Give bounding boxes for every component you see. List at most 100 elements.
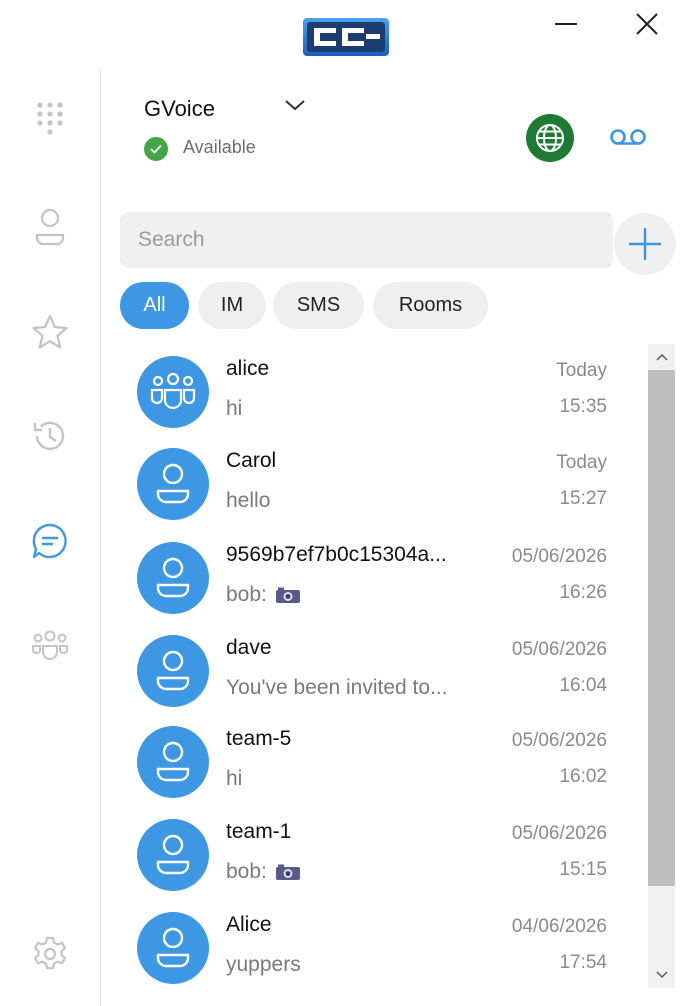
close-icon [636, 13, 658, 35]
conversation-preview: yuppers [226, 953, 301, 977]
sidebar-item-settings[interactable] [28, 932, 72, 976]
scroll-thumb[interactable] [648, 370, 675, 886]
conversation-row[interactable]: alice hi Today 15:35 [120, 343, 646, 435]
add-conversation-button[interactable] [614, 213, 676, 275]
conversation-row[interactable]: Carol hello Today 15:27 [120, 435, 646, 527]
conversation-row[interactable]: team-1 bob: 05/06/2026 15:15 [120, 806, 646, 898]
conversation-name: Carol [226, 449, 277, 472]
conversation-date: 04/06/2026 [511, 916, 607, 937]
globe-icon [536, 124, 564, 152]
star-icon [32, 314, 68, 349]
conversation-row[interactable]: dave You've been invited to... 05/06/202… [120, 622, 646, 714]
list-scrollbar[interactable] [648, 344, 675, 988]
chevron-down-icon [656, 971, 667, 978]
scroll-down-button[interactable] [648, 962, 675, 988]
conversation-row[interactable]: 9569b7ef7b0c15304a... bob: 05/06/2026 16… [120, 529, 646, 621]
conversation-date: Today [556, 360, 607, 381]
preview-text: bob: [226, 583, 267, 606]
conversation-date: Today [556, 452, 607, 473]
status-text[interactable]: Available [183, 137, 256, 158]
check-icon [150, 144, 162, 154]
person-icon [35, 208, 65, 246]
preview-text: yuppers [226, 953, 301, 976]
globe-button[interactable] [526, 114, 574, 162]
plus-icon [629, 228, 661, 260]
scroll-up-button[interactable] [648, 344, 675, 370]
conversation-preview: hello [226, 489, 270, 513]
conversation-date: 05/06/2026 [511, 639, 607, 660]
preview-text: You've been invited to... [226, 676, 448, 699]
group-icon [32, 630, 68, 660]
conversation-name: 9569b7ef7b0c15304a... [226, 543, 447, 566]
conversation-preview: bob: [226, 583, 301, 607]
conversation-time: 15:15 [559, 859, 607, 880]
sidebar-item-contacts[interactable] [28, 205, 72, 249]
account-dropdown-button[interactable] [282, 94, 308, 116]
tab-im[interactable]: IM [198, 282, 266, 329]
chevron-down-icon [285, 100, 305, 111]
avatar [137, 448, 209, 520]
conversation-time: 16:26 [559, 582, 607, 603]
gear-icon [33, 936, 67, 970]
preview-text: bob: [226, 860, 267, 883]
chat-icon [32, 523, 67, 559]
conversation-preview: hi [226, 397, 242, 421]
conversation-preview: bob: [226, 860, 301, 884]
person-avatar-icon [156, 557, 190, 598]
person-avatar-icon [156, 927, 190, 968]
conversation-time: 17:54 [559, 952, 607, 973]
person-avatar-icon [156, 650, 190, 691]
avatar [137, 542, 209, 614]
conversation-list: alice hi Today 15:35 Carol hello Today 1… [120, 343, 646, 993]
avatar [137, 635, 209, 707]
avatar [137, 912, 209, 984]
tab-rooms[interactable]: Rooms [373, 282, 488, 329]
conversation-name: dave [226, 636, 272, 659]
avatar [137, 819, 209, 891]
sidebar-item-groups[interactable] [28, 624, 72, 668]
chevron-up-icon [656, 354, 667, 361]
tab-sms[interactable]: SMS [273, 282, 364, 329]
preview-text: hello [226, 489, 271, 512]
minimize-icon [555, 23, 577, 25]
voicemail-icon [610, 129, 646, 145]
conversation-time: 16:02 [559, 766, 607, 787]
group-avatar-icon [150, 372, 196, 410]
conversation-time: 16:04 [559, 675, 607, 696]
app-logo [302, 16, 390, 58]
sidebar-item-dialpad[interactable] [28, 98, 72, 142]
conversation-date: 05/06/2026 [511, 546, 607, 567]
sidebar-item-history[interactable] [28, 414, 72, 458]
conversation-time: 15:35 [559, 396, 607, 417]
search-input[interactable] [120, 212, 613, 268]
conversation-time: 15:27 [559, 488, 607, 509]
conversation-row[interactable]: Alice yuppers 04/06/2026 17:54 [120, 899, 646, 991]
conversation-name: team-5 [226, 727, 292, 750]
person-avatar-icon [156, 463, 190, 504]
conversation-preview: You've been invited to... [226, 676, 448, 700]
conversation-name: alice [226, 357, 270, 380]
avatar [137, 356, 209, 428]
voicemail-button[interactable] [606, 120, 650, 154]
conversation-date: 05/06/2026 [511, 823, 607, 844]
person-avatar-icon [156, 834, 190, 875]
close-button[interactable] [627, 8, 667, 40]
sidebar [0, 68, 101, 1006]
camera-icon [275, 587, 300, 603]
avatar [137, 726, 209, 798]
conversation-date: 05/06/2026 [511, 730, 607, 751]
person-avatar-icon [156, 741, 190, 782]
sidebar-item-favorites[interactable] [28, 310, 72, 354]
preview-text: hi [226, 767, 243, 790]
conversation-name: team-1 [226, 820, 292, 843]
conversation-row[interactable]: team-5 hi 05/06/2026 16:02 [120, 713, 646, 805]
status-indicator [144, 137, 168, 161]
minimize-button[interactable] [546, 8, 586, 40]
history-icon [33, 421, 65, 451]
account-name[interactable]: GVoice [144, 96, 215, 122]
tab-all[interactable]: All [120, 282, 189, 329]
preview-text: hi [226, 397, 243, 420]
conversation-name: Alice [226, 913, 272, 936]
sidebar-item-chats[interactable] [28, 519, 72, 563]
conversation-preview: hi [226, 767, 242, 791]
